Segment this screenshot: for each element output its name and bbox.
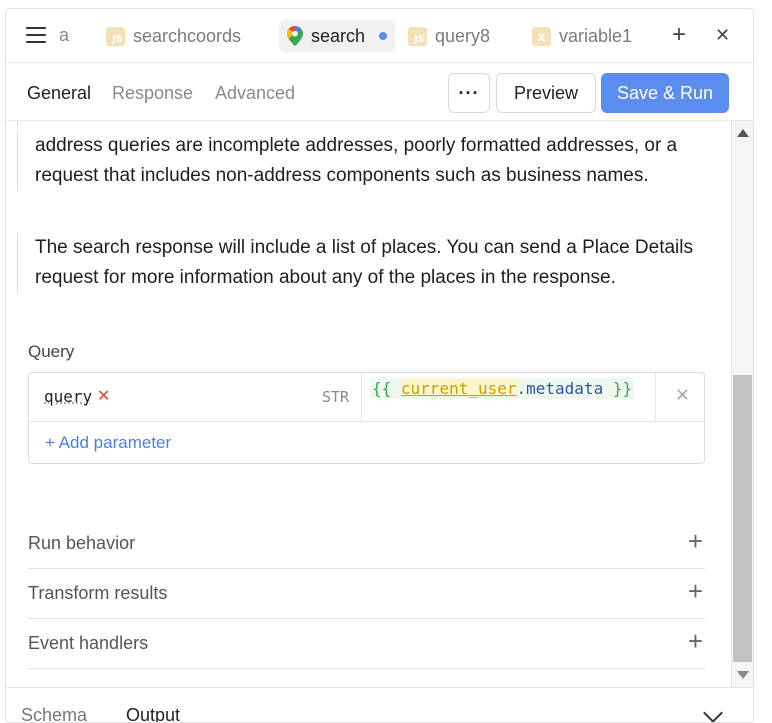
- editor-toolbar: General Response Advanced ··· Preview Sa…: [6, 63, 753, 121]
- tab-response[interactable]: Response: [112, 83, 193, 104]
- chevron-down-icon[interactable]: [703, 703, 723, 722]
- description-cutoff: [17, 121, 707, 127]
- tab-label: query8: [435, 25, 491, 46]
- tab-output[interactable]: Output: [126, 705, 180, 722]
- required-icon: ✕: [97, 388, 111, 405]
- query-section-label: Query: [28, 342, 75, 361]
- tab-advanced[interactable]: Advanced: [215, 83, 295, 104]
- tab-query8[interactable]: JS query8: [400, 20, 498, 52]
- tab-label: searchcoords: [133, 25, 242, 46]
- tab-search[interactable]: search: [279, 20, 396, 52]
- plus-icon: +: [687, 576, 703, 606]
- parameter-row: query ✕ STR {{ current_user.metadata }} …: [29, 373, 704, 422]
- more-options-button[interactable]: ···: [448, 73, 490, 113]
- description-paragraph-2: The search response will include a list …: [17, 233, 707, 293]
- param-key: query: [44, 387, 93, 406]
- plus-icon: +: [687, 526, 703, 556]
- param-value-code: {{ current_user.metadata }}: [370, 378, 635, 399]
- save-and-run-button[interactable]: Save & Run: [601, 73, 729, 113]
- scroll-down-arrow-icon[interactable]: [737, 671, 749, 679]
- hamburger-menu-icon[interactable]: [26, 27, 46, 43]
- general-settings-content: address queries are incomplete addresses…: [6, 121, 733, 687]
- preview-button[interactable]: Preview: [496, 73, 596, 113]
- tab-general[interactable]: General: [27, 83, 91, 104]
- param-type-label: STR: [322, 388, 350, 406]
- add-parameter-button[interactable]: + Add parameter: [45, 433, 171, 453]
- tab-label: variable1: [559, 25, 633, 46]
- remove-parameter-icon[interactable]: ✕: [675, 385, 690, 406]
- scrollbar-thumb[interactable]: [733, 375, 752, 662]
- query-parameters-table: query ✕ STR {{ current_user.metadata }} …: [28, 372, 705, 464]
- tab-schema[interactable]: Schema: [21, 705, 87, 722]
- accordion-label: Transform results: [28, 583, 168, 603]
- tab-label: search: [311, 25, 366, 46]
- results-bar: Schema Output: [6, 687, 753, 722]
- accordion-run-behavior[interactable]: Run behavior +: [28, 519, 705, 569]
- accordion-label: Run behavior: [28, 533, 136, 553]
- close-panel-button[interactable]: ✕: [715, 23, 730, 47]
- tab-searchcoords[interactable]: JS searchcoords: [98, 20, 249, 52]
- accordion-transform-results[interactable]: Transform results +: [28, 569, 705, 619]
- js-icon: JS: [408, 26, 427, 46]
- unsaved-dot-icon: [379, 32, 388, 40]
- query-editor-panel: a JS searchcoords search JS query8 x var…: [5, 8, 754, 723]
- plus-icon: +: [687, 626, 703, 656]
- add-tab-button[interactable]: +: [672, 23, 686, 47]
- accordion-event-handlers[interactable]: Event handlers +: [28, 619, 705, 669]
- truncated-tab[interactable]: a: [59, 25, 69, 46]
- vertical-scrollbar[interactable]: [731, 121, 753, 687]
- query-tab-bar: a JS searchcoords search JS query8 x var…: [6, 9, 753, 63]
- accordion-label: Event handlers: [28, 633, 149, 653]
- scroll-up-arrow-icon[interactable]: [737, 129, 749, 137]
- variable-icon: x: [532, 26, 551, 46]
- js-icon: JS: [106, 26, 125, 46]
- description-paragraph-1: address queries are incomplete addresses…: [17, 131, 707, 191]
- tab-variable1[interactable]: x variable1: [524, 20, 640, 52]
- param-value-input[interactable]: {{ current_user.metadata }}: [361, 373, 656, 421]
- google-maps-icon: [287, 26, 303, 46]
